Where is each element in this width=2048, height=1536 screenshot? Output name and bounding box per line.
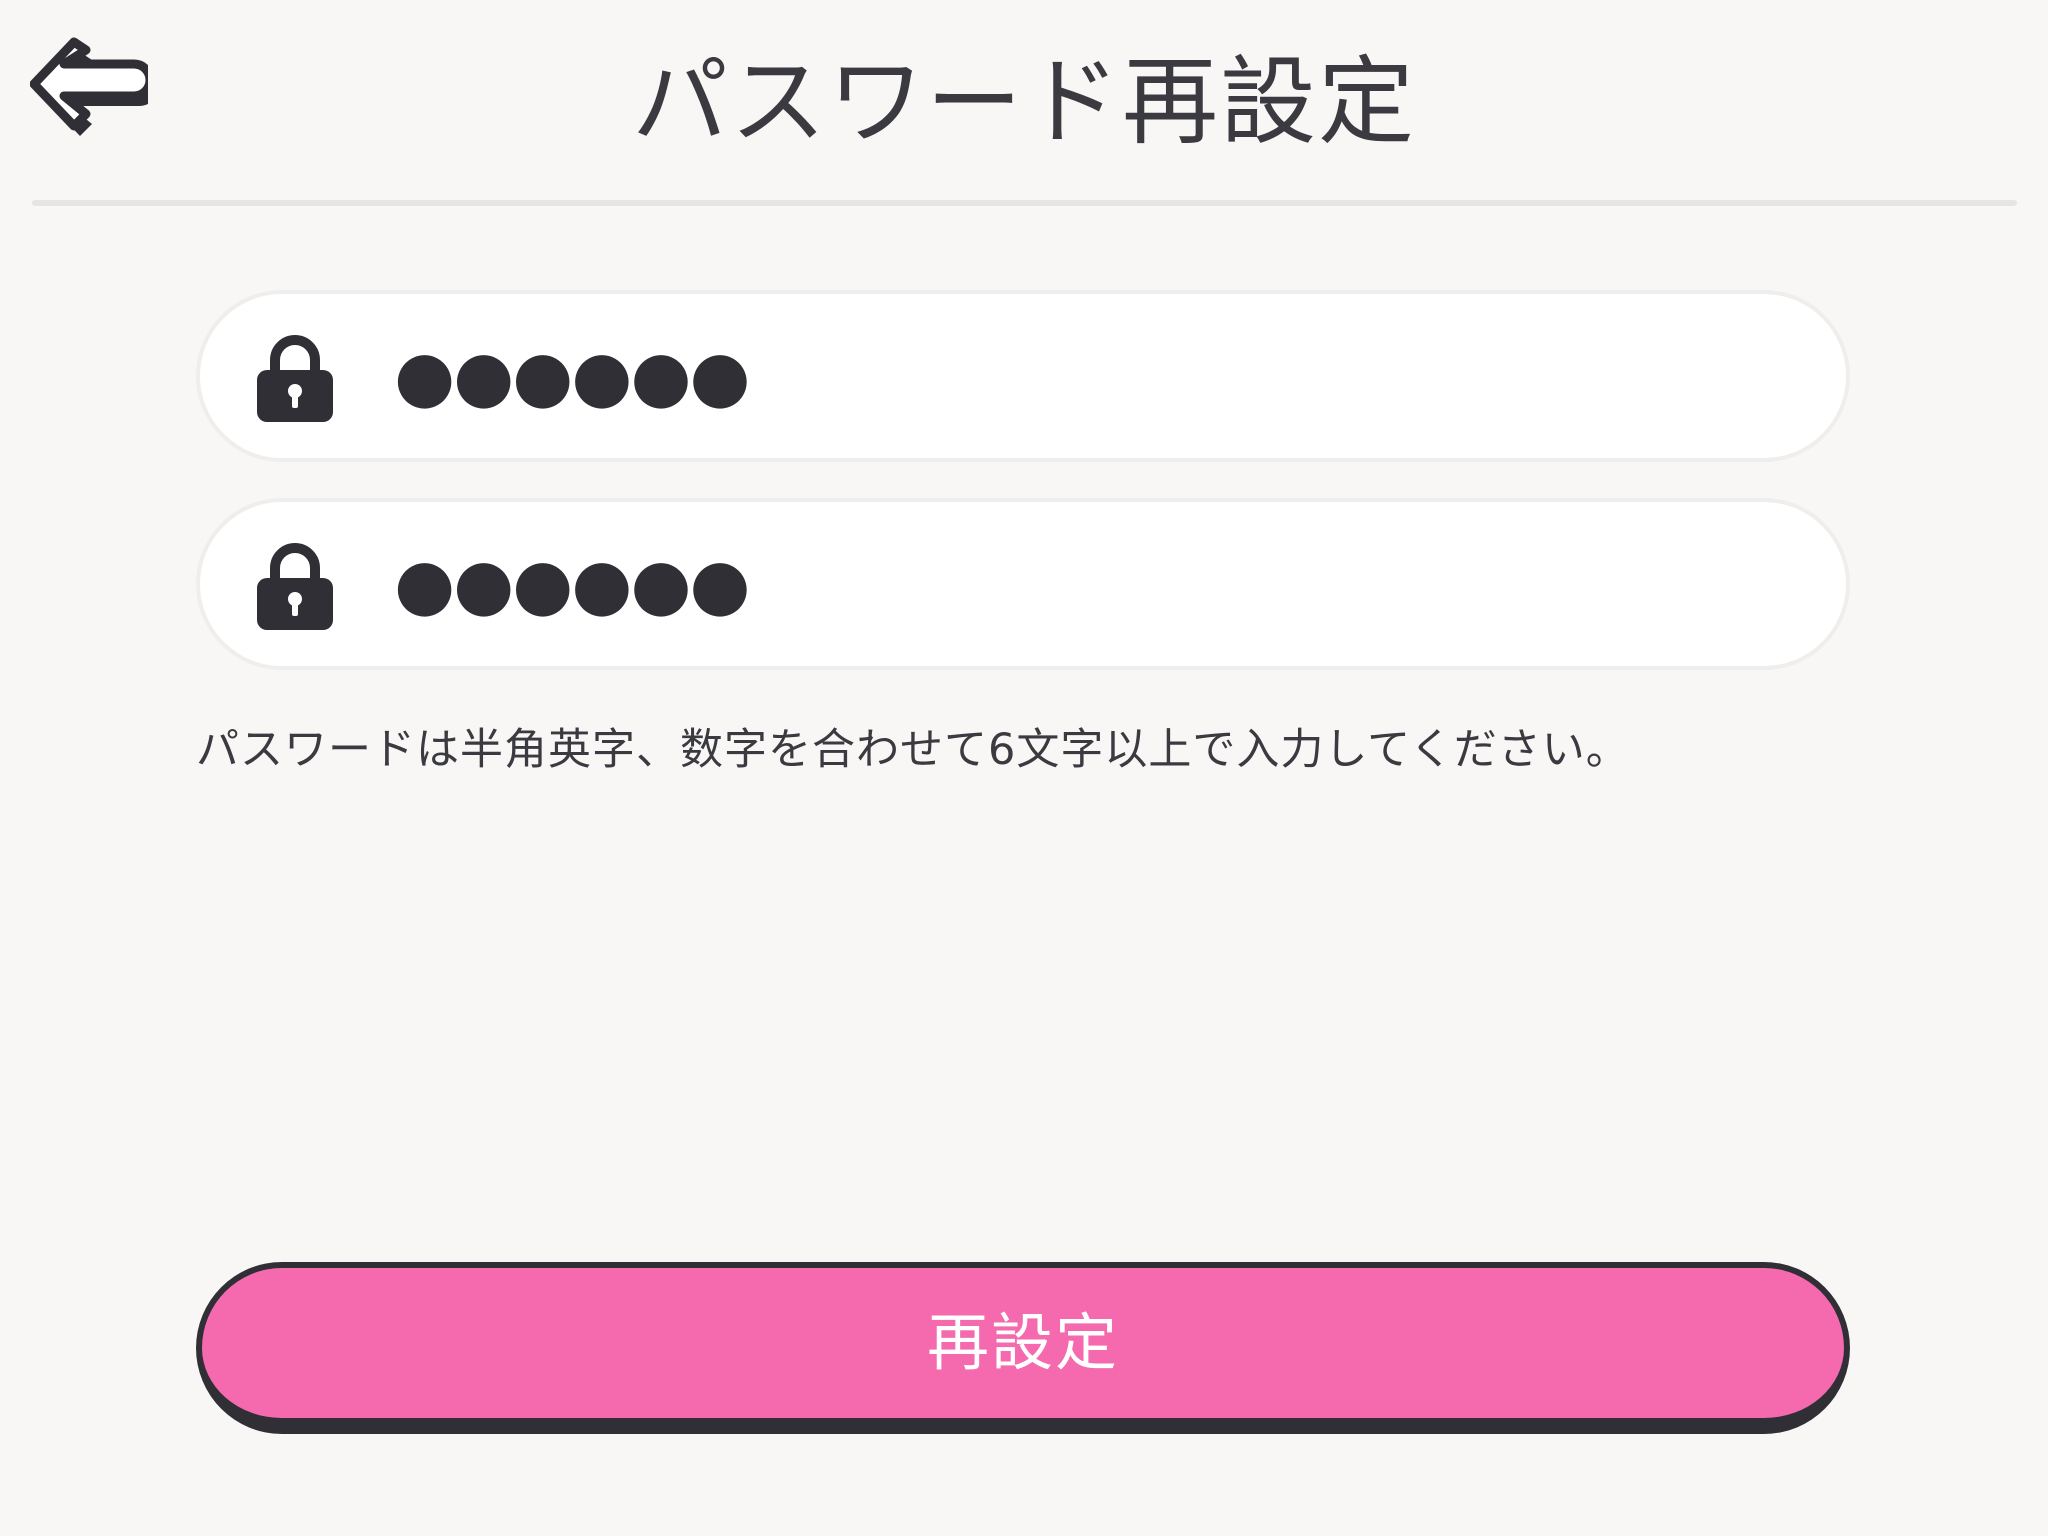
confirm-password-input[interactable] xyxy=(394,522,1794,646)
reset-password-button[interactable]: 再設定 xyxy=(196,1262,1850,1434)
header-divider xyxy=(32,200,2017,206)
lock-icon xyxy=(255,332,335,424)
confirm-password-field[interactable] xyxy=(196,498,1850,670)
password-hint: パスワードは半角英字、数字を合わせて6文字以上で入力してください。 xyxy=(196,725,1630,775)
new-password-field[interactable] xyxy=(196,290,1850,462)
page-title: パスワード再設定 xyxy=(632,46,1416,158)
new-password-input[interactable] xyxy=(394,314,1794,438)
lock-icon xyxy=(255,540,335,632)
